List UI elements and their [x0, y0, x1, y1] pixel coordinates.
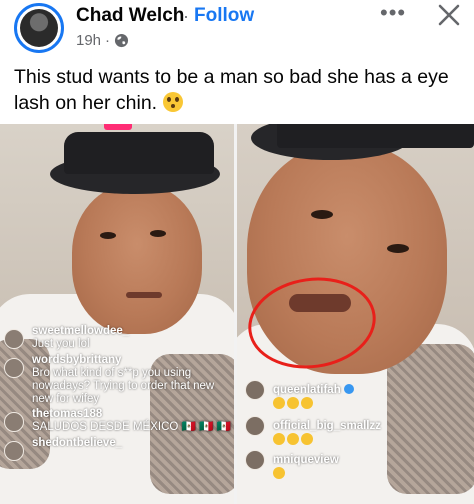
commenter-avatar — [4, 441, 24, 461]
commenter-name-text: queenlatifah — [273, 384, 341, 396]
commenter-avatar — [4, 412, 24, 432]
commenter-name: wordsbybrittany — [32, 354, 122, 366]
eye — [100, 232, 116, 239]
laughing-emoji-icon — [287, 397, 299, 409]
post-caption: This stud wants to be a man so bad she h… — [14, 64, 464, 116]
comment-emojis — [273, 397, 313, 409]
commenter-name: mniqueview — [273, 454, 339, 466]
eye — [387, 244, 409, 253]
author-name[interactable]: Chad Welch — [76, 5, 184, 27]
author-avatar[interactable] — [14, 3, 64, 53]
commenter-avatar — [4, 329, 24, 349]
live-indicator — [104, 124, 132, 130]
laughing-emoji-icon — [273, 467, 285, 479]
eye — [311, 210, 333, 219]
cap — [277, 124, 474, 148]
laughing-emoji-icon — [273, 433, 285, 445]
meta-separator: · — [105, 32, 111, 49]
more-options-button[interactable]: ••• — [380, 2, 410, 28]
comment-emojis — [273, 433, 313, 445]
name-separator: · — [183, 6, 189, 26]
post-time[interactable]: 19h — [76, 32, 101, 49]
commenter-name: official_big_smallzz — [273, 420, 382, 432]
commenter-name: thetomas188 — [32, 408, 103, 420]
close-icon[interactable] — [436, 2, 462, 28]
commenter-avatar — [245, 416, 265, 436]
verified-badge-icon — [343, 384, 354, 394]
laughing-emoji-icon — [301, 397, 313, 409]
face — [72, 184, 202, 334]
flushed-face-emoji-icon — [162, 92, 183, 112]
comment-text: Bro what kind of s**p you using nowadays… — [32, 367, 215, 405]
globe-icon — [114, 33, 129, 48]
laughing-emoji-icon — [287, 433, 299, 445]
comment-text: Just you lol — [32, 338, 90, 350]
commenter-name: shedontbelieve_ — [32, 437, 123, 449]
cap — [64, 132, 214, 174]
arm-tattoo — [387, 344, 474, 494]
avatar-photo — [20, 9, 58, 47]
follow-button[interactable]: Follow — [194, 5, 254, 27]
laughing-emoji-icon — [301, 433, 313, 445]
post-image[interactable]: sweetmellowdee_ Just you lol wordsbybrit… — [0, 124, 474, 504]
comment-text: SALUDOS DESDE MÉXICO 🇲🇽 🇲🇽 🇲🇽 — [32, 421, 231, 433]
post-meta: 19h · — [76, 32, 129, 49]
commenter-avatar — [245, 380, 265, 400]
commenter-name: sweetmellowdee_ — [32, 325, 130, 337]
eye — [150, 230, 166, 237]
commenter-avatar — [245, 450, 265, 470]
commenter-avatar — [4, 358, 24, 378]
caption-text: This stud wants to be a man so bad she h… — [14, 66, 449, 114]
comment-emojis — [273, 467, 285, 479]
commenter-name: queenlatifah — [273, 384, 354, 396]
post-header: Chad Welch · Follow 19h · ••• — [0, 0, 474, 60]
laughing-emoji-icon — [273, 397, 285, 409]
mouth — [126, 292, 162, 298]
